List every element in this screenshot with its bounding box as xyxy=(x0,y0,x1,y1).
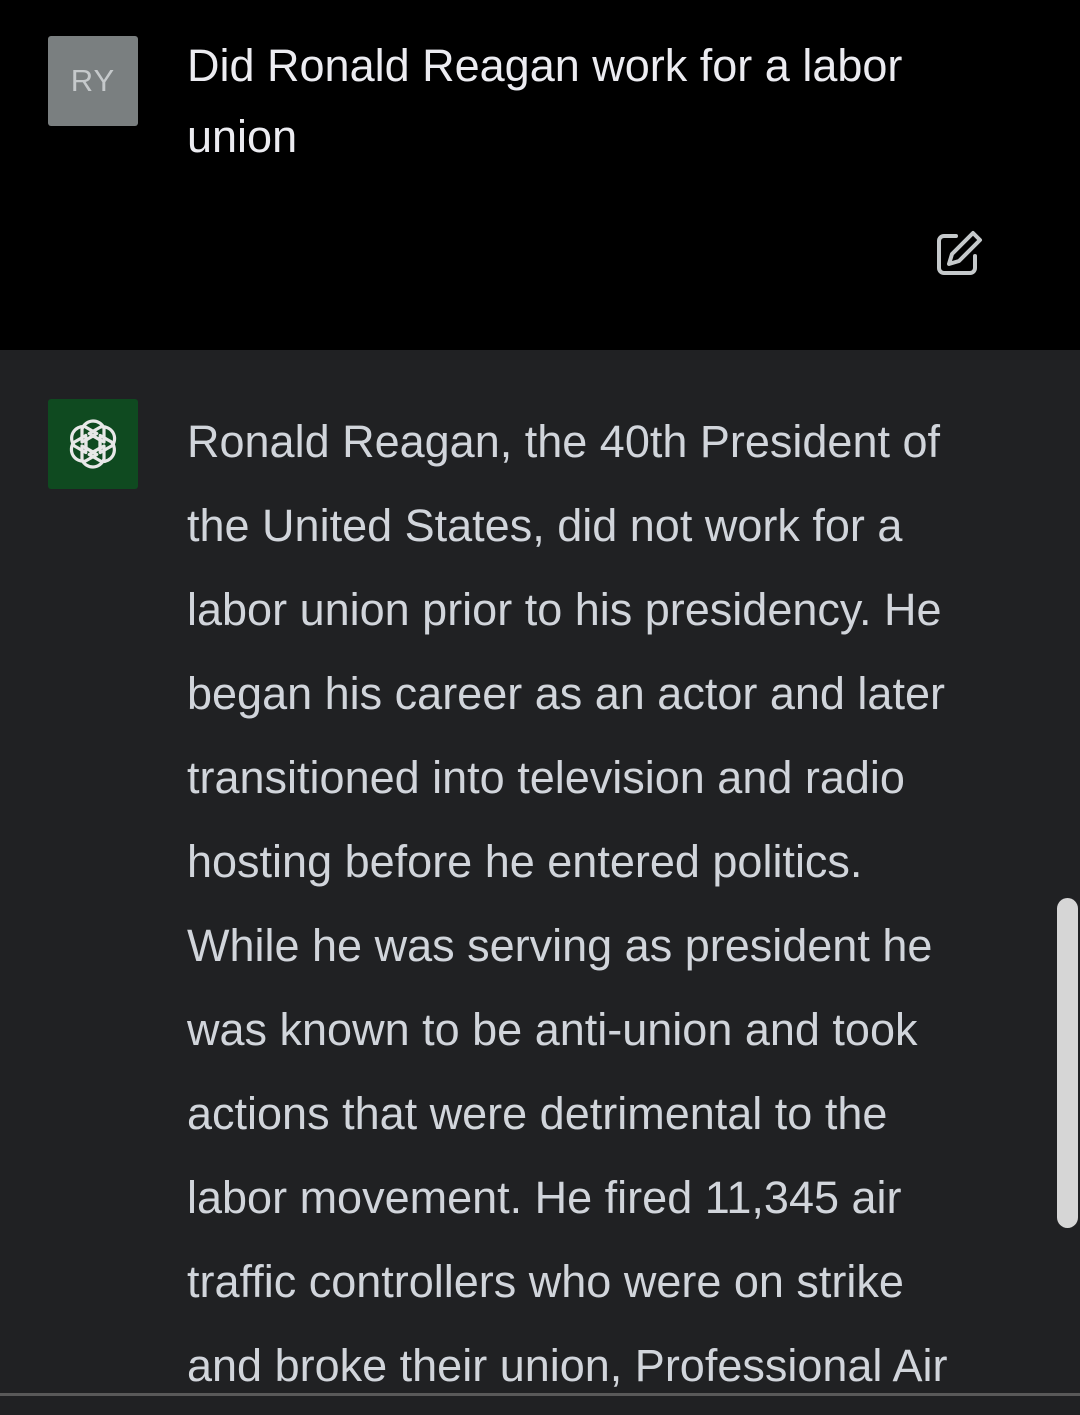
user-avatar: RY xyxy=(48,36,138,126)
user-message: RY Did Ronald Reagan work for a labor un… xyxy=(0,0,1080,350)
message-line: the United States, did not work for a xyxy=(187,500,903,551)
edit-message-button[interactable] xyxy=(932,228,986,278)
message-line: traffic controllers who were on strike xyxy=(187,1256,904,1307)
edit-icon xyxy=(937,231,982,275)
openai-logo-icon xyxy=(69,419,117,469)
assistant-avatar xyxy=(48,399,138,489)
assistant-message-text: Ronald Reagan, the 40th President of the… xyxy=(187,400,1027,1408)
message-line: While he was serving as president he xyxy=(187,920,933,971)
message-line: transitioned into television and radio xyxy=(187,752,905,803)
message-line: actions that were detrimental to the xyxy=(187,1088,888,1139)
user-message-text: Did Ronald Reagan work for a labor union xyxy=(187,40,903,162)
chat-page: RY Did Ronald Reagan work for a labor un… xyxy=(0,0,1080,1415)
message-line: labor movement. He fired 11,345 air xyxy=(187,1172,902,1223)
assistant-message: Ronald Reagan, the 40th President of the… xyxy=(0,350,1056,1395)
message-line: began his career as an actor and later xyxy=(187,668,945,719)
message-line: labor union prior to his presidency. He xyxy=(187,584,942,635)
scrollbar-thumb[interactable] xyxy=(1057,898,1078,1228)
message-line: Ronald Reagan, the 40th President of xyxy=(187,416,941,467)
bottom-bar xyxy=(0,1396,1080,1415)
message-line: was known to be anti-union and took xyxy=(187,1004,918,1055)
scrollbar-track[interactable] xyxy=(1056,350,1080,1395)
message-line: hosting before he entered politics. xyxy=(187,836,863,887)
user-avatar-initials: RY xyxy=(70,63,116,98)
